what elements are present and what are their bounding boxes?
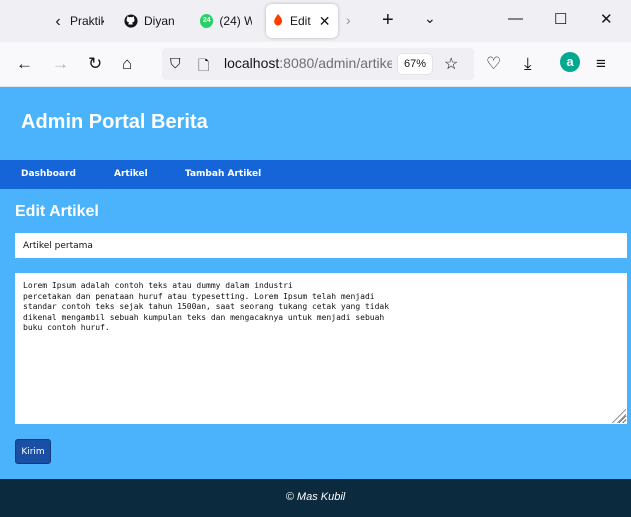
svelte-icon [274, 14, 282, 26]
extension-a-icon[interactable]: a [560, 52, 580, 72]
tab-label: Edit [290, 14, 311, 28]
github-icon [124, 14, 138, 28]
resize-grip-icon[interactable] [612, 409, 626, 423]
tab-list-chevron-icon[interactable]: ⌄ [424, 10, 436, 27]
page-content: Admin Portal Berita Dashboard Artikel Ta… [0, 87, 631, 517]
form-heading: Edit Artikel [15, 203, 99, 220]
window-close-icon[interactable]: ✕ [600, 10, 613, 28]
forward-icon[interactable]: → [52, 54, 69, 74]
maximize-icon[interactable]: ☐ [554, 10, 567, 28]
tab-label: (24) W [219, 14, 252, 28]
site-title: Admin Portal Berita [21, 111, 208, 133]
home-icon[interactable]: ⌂ [122, 54, 132, 74]
main-menu: Dashboard Artikel Tambah Artikel [0, 160, 631, 189]
tab-edit[interactable]: Edit ✕ [266, 4, 338, 38]
tab-label: Diyan [144, 14, 175, 28]
menu-item-tambah-artikel[interactable]: Tambah Artikel [185, 169, 261, 179]
pocket-icon[interactable]: ♡ [486, 54, 501, 74]
browser-tab-strip: ‹ Praktik Diyan 24 (24) W Edit ✕ › + ⌄ —… [0, 0, 631, 42]
url-host: localhost [224, 55, 280, 71]
menu-item-artikel[interactable]: Artikel [114, 169, 148, 179]
zoom-level[interactable]: 67% [398, 54, 433, 74]
url-text[interactable]: localhost:8080/admin/artikel [224, 55, 392, 71]
download-icon[interactable]: ⤓ [524, 54, 532, 74]
url-path: :8080/admin/artikel [279, 55, 392, 71]
whatsapp-icon: 24 [200, 14, 214, 28]
footer-text: © Mas Kubil [285, 491, 346, 503]
shield-icon[interactable]: ⛉ [170, 55, 181, 72]
submit-button[interactable]: Kirim [15, 439, 51, 464]
menu-item-dashboard[interactable]: Dashboard [21, 169, 76, 179]
tab-scroll-right-icon[interactable]: › [346, 12, 351, 28]
url-bar[interactable]: ⛉ 🗋 localhost:8080/admin/artikel 67% ☆ [162, 48, 474, 80]
tab-whatsapp[interactable]: 24 (24) W [194, 4, 258, 38]
tab-praktik[interactable]: Praktik [64, 4, 116, 38]
close-tab-icon[interactable]: ✕ [319, 13, 331, 30]
bookmark-star-icon[interactable]: ☆ [444, 54, 458, 74]
content-textarea[interactable]: Lorem Ipsum adalah contoh teks atau dumm… [15, 273, 627, 424]
site-header: Admin Portal Berita [0, 87, 631, 160]
back-icon[interactable]: ← [16, 54, 33, 74]
new-tab-button[interactable]: + [382, 9, 394, 32]
reload-icon[interactable]: ↻ [88, 54, 102, 74]
minimize-icon[interactable]: — [508, 10, 523, 27]
title-input[interactable] [15, 233, 627, 258]
browser-navbar: ← → ↻ ⌂ ⛉ 🗋 localhost:8080/admin/artikel… [0, 42, 631, 87]
hamburger-menu-icon[interactable]: ≡ [596, 54, 606, 74]
tab-diyan[interactable]: Diyan [118, 4, 188, 38]
tab-label: Praktik [70, 14, 104, 28]
site-footer: © Mas Kubil [0, 479, 631, 517]
page-info-icon[interactable]: 🗋 [198, 55, 209, 79]
